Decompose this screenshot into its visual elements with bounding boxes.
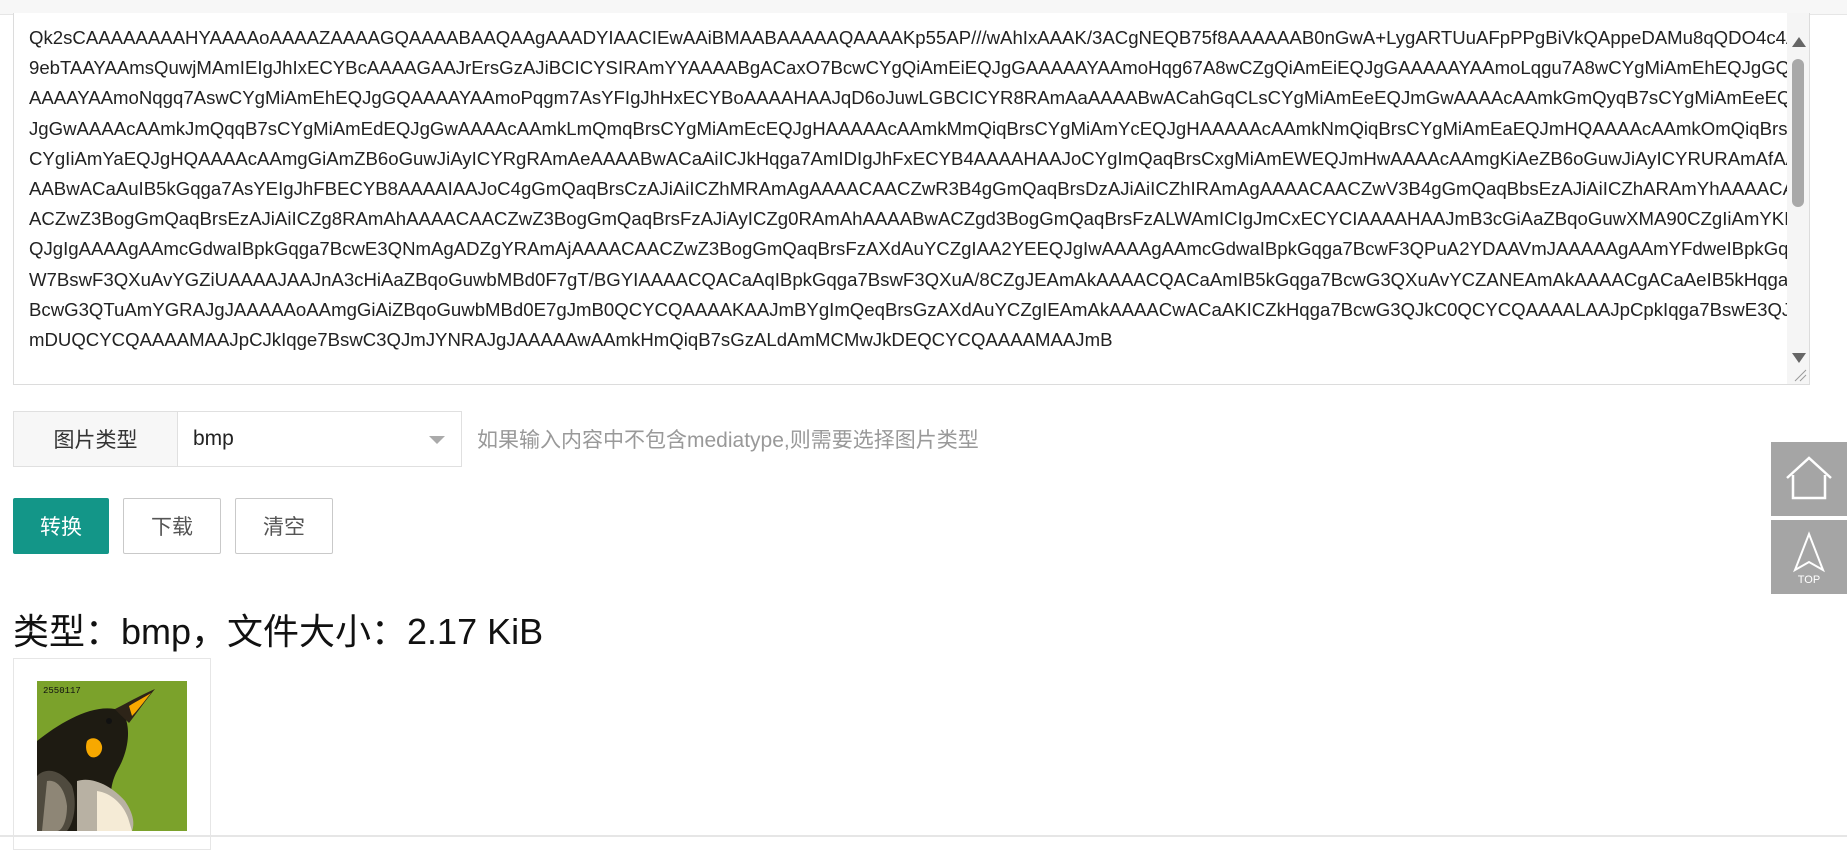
chevron-down-icon [429, 436, 445, 444]
scroll-down-icon[interactable] [1792, 353, 1806, 363]
image-type-row: 图片类型 bmp 如果输入内容中不包含mediatype,则需要选择图片类型 [13, 411, 979, 467]
scrollbar-thumb[interactable] [1792, 59, 1804, 207]
image-type-label: 图片类型 [13, 411, 177, 467]
back-to-top-button[interactable]: TOP [1771, 520, 1847, 594]
base64-textarea[interactable]: Qk2sCAAAAAAAAHYAAAAoAAAAZAAAAGQAAAABAAQA… [13, 13, 1810, 385]
image-preview: 2550117 [13, 658, 211, 850]
image-type-select[interactable]: bmp [177, 411, 462, 467]
resize-grip-icon[interactable] [1793, 368, 1807, 382]
back-to-top-label: TOP [1798, 574, 1820, 586]
result-title: 类型：bmp，文件大小：2.17 KiB [13, 611, 544, 652]
base64-text[interactable]: Qk2sCAAAAAAAAHYAAAAoAAAAZAAAAGQAAAABAAQA… [29, 23, 1799, 378]
arrow-up-icon: TOP [1793, 531, 1825, 586]
vertical-scrollbar[interactable] [1787, 13, 1809, 384]
preview-caption: 2550117 [43, 686, 81, 696]
penguin-preview-image: 2550117 [37, 681, 187, 831]
image-type-hint: 如果输入内容中不包含mediatype,则需要选择图片类型 [477, 429, 979, 452]
home-icon [1786, 456, 1832, 500]
convert-button[interactable]: 转换 [13, 498, 109, 554]
image-type-value: bmp [193, 427, 234, 450]
clear-button[interactable]: 清空 [235, 498, 333, 554]
action-buttons: 转换 下载 清空 [13, 498, 333, 554]
home-button[interactable] [1771, 442, 1847, 516]
scroll-up-icon[interactable] [1792, 37, 1806, 47]
download-button[interactable]: 下载 [123, 498, 221, 554]
